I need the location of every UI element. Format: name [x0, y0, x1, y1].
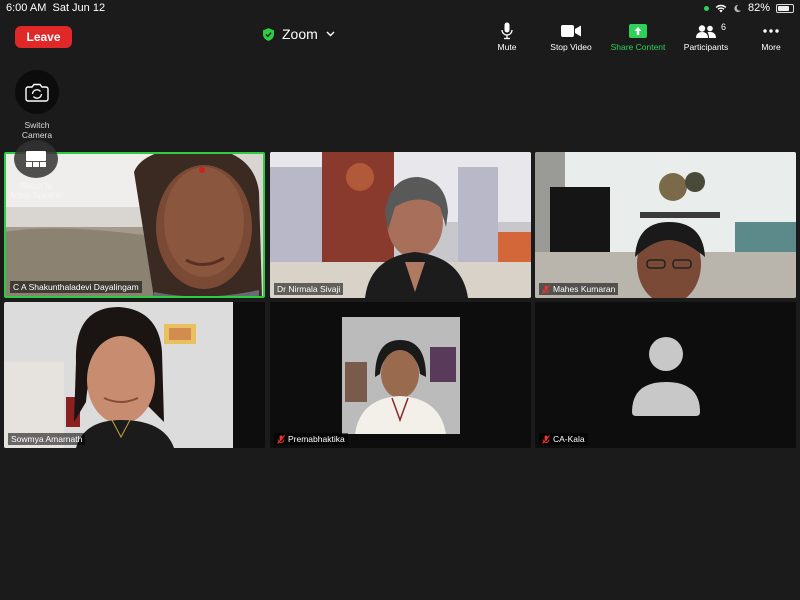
participant-video: [535, 152, 796, 298]
wifi-icon: [715, 4, 727, 12]
share-content-button[interactable]: Share Content: [606, 20, 670, 52]
participant-tile[interactable]: Dr Nirmala Sivaji: [270, 152, 531, 298]
switch-camera-button[interactable]: Switch Camera: [9, 70, 65, 140]
chevron-down-icon: [326, 31, 335, 37]
participant-name: Sowmya Amarnath: [8, 433, 86, 445]
participant-name: C A Shakunthaladevi Dayalingam: [10, 281, 142, 293]
share-arrow-icon: [629, 24, 647, 38]
video-grid: C A Shakunthaladevi Dayalingam Dr Nirmal…: [4, 152, 797, 448]
participants-count-badge: 6: [720, 22, 726, 32]
mute-button[interactable]: Mute: [478, 20, 536, 52]
camera-indicator-icon: [703, 5, 709, 11]
participant-tile[interactable]: CA-Kala: [535, 302, 796, 448]
battery-percent: 82%: [747, 2, 770, 14]
status-time: 6:00 AM: [6, 2, 47, 14]
app-title: Zoom: [282, 26, 318, 42]
camera-rotate-icon: [25, 83, 49, 102]
stop-video-label: Stop Video: [550, 42, 592, 52]
participants-button[interactable]: 6 Participants: [676, 20, 736, 52]
moon-icon: [734, 4, 742, 12]
status-bar: 6:00 AM Sat Jun 12 82%: [0, 0, 800, 16]
battery-icon: [776, 3, 794, 13]
leave-button[interactable]: Leave: [15, 26, 72, 48]
participant-video: [270, 302, 531, 448]
mic-muted-icon: [542, 284, 550, 294]
participant-name: Dr Nirmala Sivaji: [274, 283, 344, 295]
participant-video: [270, 152, 531, 298]
mic-muted-icon: [542, 434, 550, 444]
microphone-icon: [501, 22, 513, 40]
participant-name: CA-Kala: [539, 433, 588, 445]
switch-active-speaker-button[interactable]: Switch to Active Speaker: [8, 140, 64, 200]
more-button[interactable]: More: [742, 20, 800, 52]
mic-muted-icon: [277, 434, 285, 444]
participant-video: [4, 302, 265, 448]
meeting-title[interactable]: Zoom: [263, 26, 335, 42]
status-date: Sat Jun 12: [52, 2, 106, 14]
meeting-toolbar: Mute Stop Video Share Content 6 Particip…: [472, 20, 800, 52]
more-label: More: [761, 42, 781, 52]
participant-name: Premabhaktika: [274, 433, 348, 445]
participant-tile[interactable]: Premabhaktika: [270, 302, 531, 448]
mute-label: Mute: [497, 42, 517, 52]
shield-check-icon: [263, 27, 274, 41]
participants-label: Participants: [683, 42, 729, 52]
participant-name: Mahes Kumaran: [539, 283, 619, 295]
participants-icon: [696, 24, 716, 38]
stop-video-button[interactable]: Stop Video: [542, 20, 600, 52]
participant-tile[interactable]: Mahes Kumaran: [535, 152, 796, 298]
video-camera-icon: [561, 25, 581, 37]
share-content-label: Share Content: [610, 42, 666, 52]
switch-active-speaker-label: Switch to Active Speaker: [9, 182, 63, 200]
participant-tile[interactable]: Sowmya Amarnath: [4, 302, 265, 448]
avatar-placeholder-icon: [632, 337, 700, 416]
switch-camera-label: Switch Camera: [21, 120, 53, 140]
speaker-view-icon: [26, 151, 46, 167]
more-dots-icon: [763, 29, 779, 33]
